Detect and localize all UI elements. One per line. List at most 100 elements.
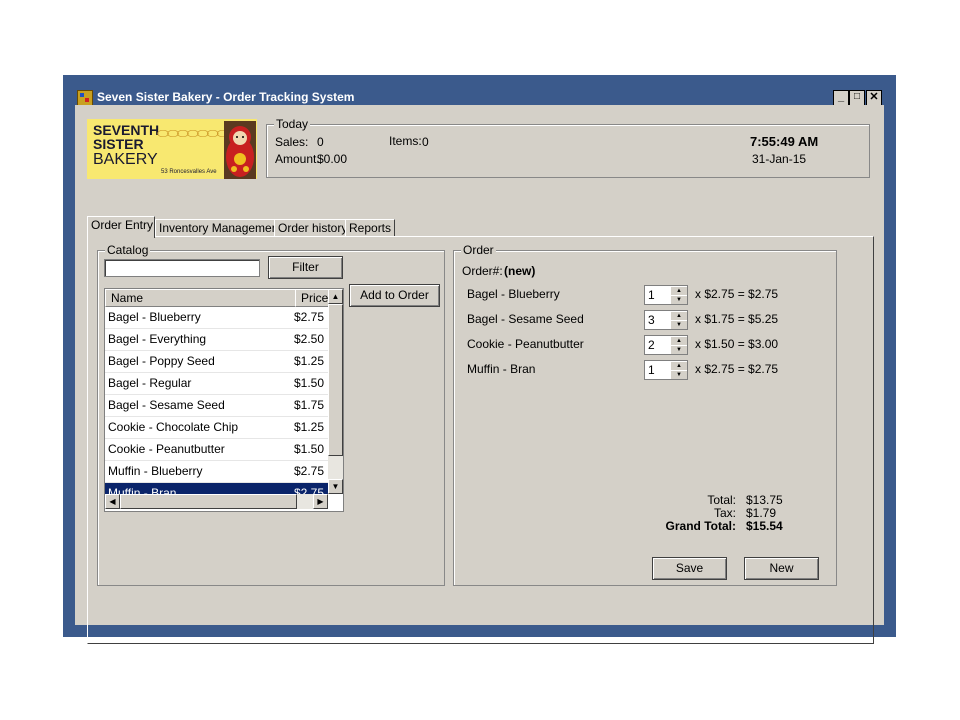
filter-button[interactable]: Filter (268, 256, 343, 279)
quantity-stepper[interactable]: 1 ▲ ▼ (644, 285, 688, 305)
total-value: $13.75 (746, 493, 783, 507)
order-number-label: Order#: (462, 264, 503, 278)
quantity-stepper[interactable]: 3 ▲ ▼ (644, 310, 688, 330)
order-group: Order Order#: (new) Bagel - Blueberry 1 ▲ ▼… (453, 243, 837, 586)
spin-down-icon[interactable]: ▼ (671, 320, 687, 330)
order-item-name: Bagel - Sesame Seed (467, 312, 584, 326)
app-icon (77, 90, 93, 106)
grand-total-label: Grand Total: (665, 519, 736, 533)
main-window: Seven Sister Bakery - Order Tracking Sys… (63, 75, 896, 644)
quantity-value: 1 (648, 363, 655, 377)
order-label: Order (461, 243, 496, 257)
spin-arrows: ▲ ▼ (671, 336, 687, 355)
scroll-left-icon[interactable]: ◀ (105, 494, 120, 509)
window-title: Seven Sister Bakery - Order Tracking Sys… (97, 90, 355, 104)
minimize-button[interactable]: _ (833, 90, 849, 106)
spin-arrows: ▲ ▼ (671, 311, 687, 330)
amount-label: Amount: (275, 152, 320, 166)
catalog-item-price: $1.25 (293, 420, 324, 434)
quantity-value: 1 (648, 288, 655, 302)
catalog-item-price: $1.25 (293, 354, 324, 368)
title-bar[interactable]: Seven Sister Bakery - Order Tracking Sys… (63, 75, 896, 108)
table-row[interactable]: Bagel - Regular $1.50 (105, 373, 328, 395)
current-time: 7:55:49 AM (750, 134, 819, 149)
matryoshka-doll-icon (224, 121, 256, 179)
catalog-label: Catalog (105, 243, 151, 257)
catalog-item-name: Bagel - Poppy Seed (108, 354, 215, 368)
table-row[interactable]: Bagel - Blueberry $2.75 (105, 307, 328, 329)
catalog-item-price: $2.75 (293, 464, 324, 478)
table-row[interactable]: Cookie - Chocolate Chip $1.25 (105, 417, 328, 439)
sales-value: 0 (317, 135, 324, 149)
tab-inventory-management[interactable]: Inventory Management (155, 219, 282, 237)
tax-value: $1.79 (746, 506, 777, 520)
save-button[interactable]: Save (652, 557, 727, 580)
spin-arrows: ▲ ▼ (671, 286, 687, 305)
items-label: Items: (389, 134, 422, 148)
table-row[interactable]: Bagel - Everything $2.50 (105, 329, 328, 351)
quantity-stepper[interactable]: 2 ▲ ▼ (644, 335, 688, 355)
catalog-group: Catalog Filter Add to Order Name Price B… (97, 243, 445, 586)
order-item-name: Muffin - Bran (467, 362, 536, 376)
catalog-list-header: Name Price (105, 289, 330, 307)
vertical-scroll-thumb[interactable] (328, 304, 343, 456)
table-row[interactable]: Bagel - Sesame Seed $1.75 (105, 395, 328, 417)
vertical-scrollbar[interactable]: ▲ ▼ (328, 289, 343, 494)
logo-line-2: SISTER (93, 136, 144, 152)
quantity-value: 3 (648, 313, 655, 327)
scroll-up-icon[interactable]: ▲ (328, 289, 343, 304)
catalog-item-name: Muffin - Blueberry (108, 464, 203, 478)
catalog-list[interactable]: Name Price Bagel - Blueberry $2.75 Bagel -… (104, 288, 344, 512)
catalog-item-price: $1.75 (293, 398, 324, 412)
spin-down-icon[interactable]: ▼ (671, 345, 687, 355)
order-item-calc: x $1.50 = $3.00 (695, 337, 779, 351)
horizontal-scroll-thumb[interactable] (120, 494, 297, 509)
quantity-stepper[interactable]: 1 ▲ ▼ (644, 360, 688, 380)
order-item-calc: x $2.75 = $2.75 (695, 287, 779, 301)
tab-reports[interactable]: Reports (345, 219, 395, 237)
new-order-button[interactable]: New (744, 557, 819, 580)
catalog-item-name: Bagel - Blueberry (108, 310, 201, 324)
sales-label: Sales: (275, 135, 309, 149)
current-date: 31-Jan-15 (752, 152, 807, 166)
scroll-down-icon[interactable]: ▼ (328, 479, 343, 494)
client-area: SEVENTH SISTER BAKERY ⬭⬭⬭⬭⬭⬭⬭ 53 Roncesv… (75, 105, 884, 644)
today-label: Today (274, 117, 311, 131)
bakery-logo: SEVENTH SISTER BAKERY ⬭⬭⬭⬭⬭⬭⬭ 53 Roncesv… (87, 119, 257, 179)
filter-input[interactable] (104, 259, 260, 277)
table-row[interactable]: Bagel - Poppy Seed $1.25 (105, 351, 328, 373)
grand-total-value: $15.54 (746, 519, 783, 533)
catalog-item-name: Bagel - Sesame Seed (108, 398, 225, 412)
scroll-right-icon[interactable]: ▶ (313, 494, 328, 509)
tab-order-entry[interactable]: Order Entry (87, 216, 155, 238)
tab-order-history[interactable]: Order history (274, 219, 347, 237)
small-dolls-icon: ⬭⬭⬭⬭⬭⬭⬭ (157, 125, 229, 141)
spin-down-icon[interactable]: ▼ (671, 370, 687, 380)
catalog-item-price: $2.75 (293, 310, 324, 324)
catalog-item-price: $1.50 (293, 376, 324, 390)
total-label: Total: (707, 493, 736, 507)
order-item-calc: x $2.75 = $2.75 (695, 362, 779, 376)
logo-line-1: SEVENTH (93, 122, 160, 138)
spin-arrows: ▲ ▼ (671, 361, 687, 380)
catalog-item-name: Bagel - Regular (108, 376, 192, 390)
catalog-item-name: Bagel - Everything (108, 332, 207, 346)
items-value: 0 (422, 135, 429, 149)
horizontal-scrollbar[interactable]: ◀ ▶ (105, 494, 328, 509)
catalog-item-name: Cookie - Peanutbutter (108, 442, 225, 456)
column-header-name[interactable]: Name (105, 289, 296, 307)
order-number-value: (new) (504, 264, 536, 278)
amount-value: $0.00 (317, 152, 348, 166)
table-row[interactable]: Muffin - Blueberry $2.75 (105, 461, 328, 483)
spin-down-icon[interactable]: ▼ (671, 295, 687, 305)
table-row[interactable]: Cookie - Peanutbutter $1.50 (105, 439, 328, 461)
order-entry-page: Catalog Filter Add to Order Name Price B… (87, 236, 874, 644)
quantity-value: 2 (648, 338, 655, 352)
logo-address: 53 Roncesvalles Ave (161, 169, 217, 175)
column-header-price[interactable]: Price (295, 289, 330, 307)
maximize-button[interactable]: □ (849, 90, 865, 106)
close-button[interactable]: ✕ (866, 90, 882, 106)
today-group: Today Sales: 0 Items: 0 Amount: $0.00 7:… (266, 117, 870, 178)
add-to-order-button[interactable]: Add to Order (349, 284, 440, 307)
order-item-name: Bagel - Blueberry (467, 287, 560, 301)
